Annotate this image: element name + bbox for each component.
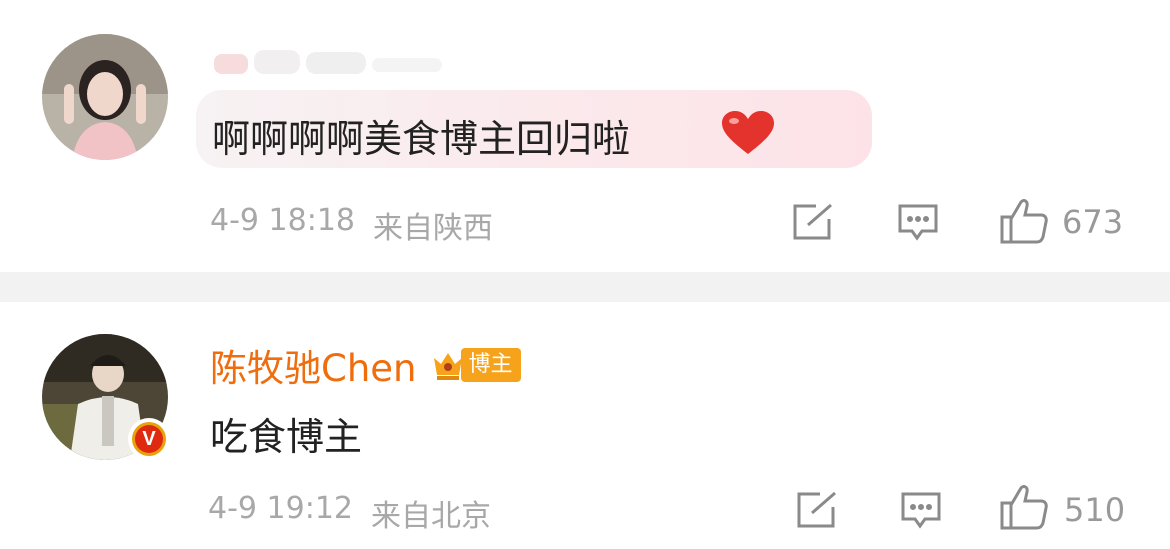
share-icon[interactable] [796,491,838,529]
comment-date: 4-9 19:12 [208,491,353,526]
like-count: 673 [1062,203,1124,241]
comment-text: 吃食博主 [210,415,363,459]
like-icon[interactable] [1000,198,1048,244]
crown-icon [433,353,462,380]
username[interactable]: 陈牧驰Chen [210,338,417,392]
heart-emoji [720,110,776,156]
username-blurred[interactable] [210,44,460,78]
comment-date: 4-9 18:18 [210,203,355,238]
comment-divider [0,272,1170,302]
reply-icon[interactable] [900,491,942,531]
avatar[interactable] [42,34,168,160]
blogger-badge: 博主 [460,348,521,382]
share-icon[interactable] [792,203,834,241]
like-icon[interactable] [1000,484,1048,530]
comment-location: 来自陕西 [373,211,493,246]
comment-location: 来自北京 [371,499,491,534]
comment-item: V 陈牧驰Chen 博主 吃食博主 4-9 19:12 来自北京 510 [0,302,1170,549]
reply-icon[interactable] [897,203,939,243]
comment-text: 啊啊啊啊美食博主回归啦 [212,117,631,161]
comment-item: 啊啊啊啊美食博主回归啦 4-9 18:18 来自陕西 673 [0,0,1170,272]
comment-meta: 4-9 18:18 来自陕西 [210,203,493,247]
verified-ring: V [132,422,166,456]
like-count: 510 [1064,491,1126,529]
comment-meta: 4-9 19:12 来自北京 [208,491,491,535]
username-row: 陈牧驰Chen 博主 [210,340,521,390]
verified-v-icon: V [128,418,170,460]
verified-letter: V [135,425,163,453]
